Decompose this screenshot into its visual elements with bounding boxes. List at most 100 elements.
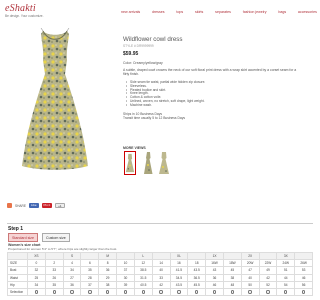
bust-cell: 43.5 — [187, 266, 207, 275]
selection-cell — [294, 287, 313, 297]
size-cell: 12 — [133, 259, 153, 268]
group-cell: 3X — [276, 251, 296, 261]
size-radio[interactable] — [34, 290, 39, 294]
waist-cell: 29 — [98, 273, 118, 282]
nav-skirts[interactable]: skirts — [195, 10, 203, 14]
group-cell: L — [133, 251, 153, 261]
bust-cell: 41.5 — [169, 266, 189, 275]
waist-cell: 30 — [116, 273, 135, 282]
size-radio[interactable] — [301, 290, 306, 294]
size-radio[interactable] — [88, 290, 92, 294]
product-main-image[interactable] — [19, 28, 91, 173]
bust-cell: 45 — [222, 266, 242, 275]
group-cell: XL — [169, 251, 189, 261]
size-cell: 2 — [44, 259, 64, 268]
bust-cell: 51 — [276, 266, 296, 275]
bust-cell: 34 — [62, 266, 82, 275]
site-logo[interactable]: eShakti Be design. Your customize. — [5, 4, 65, 20]
group-cell — [294, 251, 313, 261]
size-radio[interactable] — [195, 290, 199, 294]
transit-text: Transit time usually 5 to 12 Business Da… — [123, 116, 185, 120]
group-cell: M — [98, 251, 118, 261]
size-cell: 14 — [151, 259, 171, 268]
selection-cell — [116, 287, 135, 297]
hip-cell: 39 — [116, 280, 135, 289]
group-cell — [258, 251, 278, 261]
logo-tagline: Be design. Your customize. — [5, 14, 44, 18]
size-radio[interactable] — [123, 290, 128, 294]
size-radio[interactable] — [230, 290, 235, 294]
thumbnail-back[interactable] — [158, 151, 170, 175]
selection-cell — [27, 287, 46, 297]
selection-cell — [133, 287, 153, 297]
bust-cell: 49 — [258, 266, 278, 275]
facebook-like-button[interactable]: Like — [28, 203, 39, 208]
thumbnail-front[interactable] — [124, 151, 136, 175]
nav-bags[interactable]: bags — [278, 10, 286, 14]
bust-row: Bust 32 33 34 35 36 37 38.5 40 41.5 43.5… — [7, 266, 313, 275]
google-plus-button[interactable]: +1 — [55, 203, 65, 208]
nav-accessories[interactable]: accessories — [298, 10, 317, 14]
hip-cell: 38 — [98, 280, 118, 289]
bust-cell: 32 — [27, 266, 46, 275]
nav-new-arrivals[interactable]: new arrivals — [121, 10, 140, 14]
selection-cell — [240, 287, 260, 297]
hip-cell: 34 — [27, 280, 46, 289]
tab-custom-size[interactable]: Custom size — [41, 233, 70, 242]
product-price: $59.95 — [123, 51, 139, 57]
waist-cell: 36 — [205, 273, 224, 282]
selection-cell — [80, 287, 100, 297]
group-cell — [187, 251, 207, 261]
selection-cell — [187, 287, 207, 297]
size-radio[interactable] — [266, 290, 270, 294]
selection-cell — [222, 287, 242, 297]
hip-row: Hip 34 35 36 37 38 39 40.5 42 43.5 45.5 … — [7, 280, 313, 289]
size-cell: 16W — [205, 259, 224, 268]
size-radio[interactable] — [284, 290, 288, 294]
size-radio[interactable] — [105, 290, 110, 294]
product-title: Wildflower cowl dress — [123, 36, 183, 43]
thumbnail-side[interactable] — [142, 151, 154, 175]
size-radio[interactable] — [177, 290, 181, 294]
waist-cell: 34.5 — [169, 273, 189, 282]
share-icon[interactable] — [7, 203, 12, 208]
waist-cell: 28 — [80, 273, 100, 282]
selection-row: Selection — [7, 287, 313, 297]
size-cell: 6 — [80, 259, 100, 268]
size-cell: 24W — [276, 259, 296, 268]
row-label: SIZE — [7, 259, 28, 268]
share-label: SHARE — [15, 203, 26, 208]
group-cell: 1X — [205, 251, 224, 261]
hip-cell: 54 — [276, 280, 296, 289]
hip-cell: 45.5 — [187, 280, 207, 289]
hip-cell: 48 — [222, 280, 242, 289]
waist-cell: 42 — [258, 273, 278, 282]
size-cell: 26W — [294, 259, 313, 268]
nav-tops[interactable]: tops — [176, 10, 183, 14]
hip-cell: 43.5 — [169, 280, 189, 289]
size-cell: 4 — [62, 259, 82, 268]
product-description: A subtle, draped cowl crowns the neck of… — [123, 68, 297, 77]
waist-cell: 46 — [294, 273, 313, 282]
size-radio[interactable] — [70, 290, 74, 294]
selection-cell — [205, 287, 224, 297]
selection-cell — [169, 287, 189, 297]
share-bar: SHARE Like Pin it +1 — [7, 203, 65, 208]
pinterest-button[interactable]: Pin it — [41, 203, 53, 208]
waist-cell: 36.5 — [187, 273, 207, 282]
hip-cell: 46 — [205, 280, 224, 289]
nav-separates[interactable]: separates — [215, 10, 231, 14]
nav-dresses[interactable]: dresses — [152, 10, 165, 14]
size-radio[interactable] — [248, 290, 252, 294]
feature-item: Machine wash. — [126, 103, 280, 108]
group-cell — [44, 251, 64, 261]
group-cell: XS — [27, 251, 46, 261]
hip-cell: 42 — [151, 280, 171, 289]
more-views-label: MORE VIEWS — [123, 146, 146, 150]
size-radio[interactable] — [52, 290, 56, 294]
size-radio[interactable] — [141, 290, 145, 294]
tab-standard-size[interactable]: Standard size — [8, 233, 38, 242]
size-radio[interactable] — [212, 290, 217, 294]
size-radio[interactable] — [159, 290, 163, 294]
nav-fashion-jewelry[interactable]: fashion jewelry — [243, 10, 267, 14]
